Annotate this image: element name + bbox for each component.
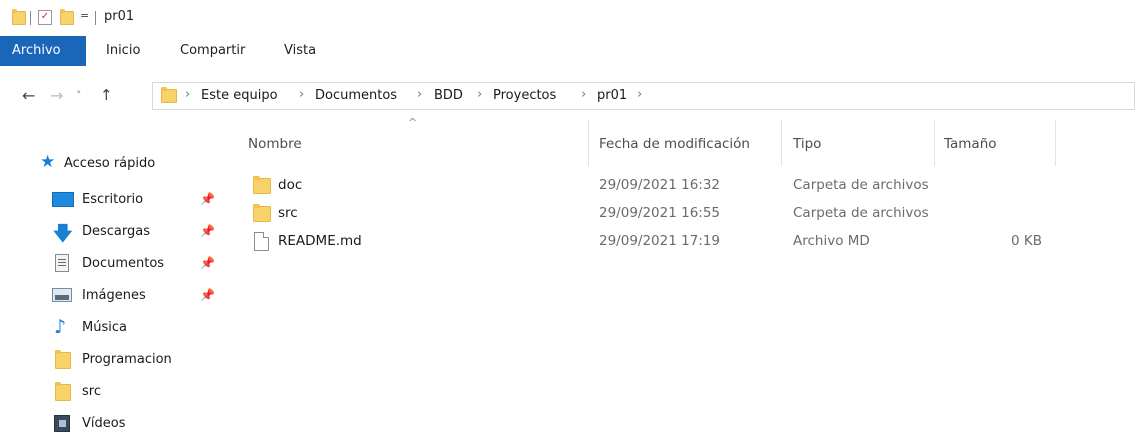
breadcrumb-separator[interactable]: › <box>581 87 586 102</box>
column-divider[interactable] <box>934 120 935 166</box>
column-header-tamano[interactable]: Tamaño <box>944 136 997 152</box>
sidebar-item-label: Acceso rápido <box>64 156 156 171</box>
column-headers: ^ Nombre Fecha de modificación Tipo Tama… <box>230 116 1135 170</box>
quick-access-dropdown[interactable]: = <box>80 9 89 22</box>
forward-button[interactable]: → <box>50 86 63 105</box>
pin-icon[interactable]: 📌 <box>200 256 215 270</box>
file-name: README.md <box>278 233 362 249</box>
folder-icon <box>161 87 177 103</box>
file-icon <box>254 232 269 251</box>
file-row-src[interactable]: src 29/09/2021 16:55 Carpeta de archivos <box>230 200 1135 228</box>
file-name: src <box>278 205 298 221</box>
navigation-pane: ★ Acceso rápido Escritorio 📌 🡇 Descargas… <box>0 118 230 444</box>
file-type: Carpeta de archivos <box>793 177 929 193</box>
title-bar: ✓ = pr01 <box>0 0 1135 34</box>
desktop-icon <box>52 192 74 207</box>
breadcrumb-separator[interactable]: › <box>299 87 304 102</box>
file-type: Archivo MD <box>793 233 870 249</box>
file-modified: 29/09/2021 17:19 <box>599 233 721 249</box>
toolbar-separator <box>30 11 31 25</box>
recent-locations-button[interactable]: ˅ <box>76 89 82 102</box>
ribbon-tabs: Archivo Inicio Compartir Vista <box>0 36 1135 66</box>
file-name: doc <box>278 177 303 193</box>
sidebar-item-documentos[interactable]: Documentos 📌 <box>0 248 230 280</box>
breadcrumb-separator[interactable]: › <box>637 87 642 102</box>
sidebar-item-src[interactable]: src <box>0 376 230 408</box>
sidebar-item-label: Imágenes <box>82 288 146 303</box>
pin-icon[interactable]: 📌 <box>200 288 215 302</box>
breadcrumb-bdd[interactable]: BDD <box>434 88 463 103</box>
column-header-tipo[interactable]: Tipo <box>793 136 821 152</box>
file-modified: 29/09/2021 16:55 <box>599 205 721 221</box>
sidebar-item-label: Música <box>82 320 127 335</box>
tab-compartir[interactable]: Compartir <box>172 36 253 66</box>
sidebar-item-imagenes[interactable]: Imágenes 📌 <box>0 280 230 312</box>
back-button[interactable]: ← <box>22 86 35 105</box>
navigation-bar: ← → ˅ ↑ › Este equipo › Documentos › BDD… <box>0 80 1135 112</box>
breadcrumb-separator[interactable]: › <box>185 87 190 102</box>
breadcrumb-documentos[interactable]: Documentos <box>315 88 397 103</box>
pin-icon[interactable]: 📌 <box>200 224 215 238</box>
pin-icon[interactable]: 📌 <box>200 192 215 206</box>
column-header-nombre[interactable]: Nombre <box>248 136 302 152</box>
sidebar-item-label: Descargas <box>82 224 151 239</box>
sidebar-item-label: Documentos <box>82 256 165 271</box>
breadcrumb-separator[interactable]: › <box>417 87 422 102</box>
document-icon <box>55 254 69 272</box>
window-title: pr01 <box>104 9 135 24</box>
column-header-fecha[interactable]: Fecha de modificación <box>599 136 750 152</box>
image-icon <box>52 288 72 302</box>
breadcrumb-este-equipo[interactable]: Este equipo <box>201 88 278 103</box>
sidebar-item-label: src <box>82 384 101 399</box>
breadcrumb-pr01[interactable]: pr01 <box>597 88 627 103</box>
address-bar[interactable]: › Este equipo › Documentos › BDD › Proye… <box>152 82 1135 110</box>
star-icon: ★ <box>40 152 56 172</box>
file-row-doc[interactable]: doc 29/09/2021 16:32 Carpeta de archivos <box>230 172 1135 200</box>
file-size: 0 KB <box>1011 233 1042 249</box>
folder-icon <box>12 9 26 25</box>
tab-vista[interactable]: Vista <box>276 36 324 66</box>
sidebar-item-escritorio[interactable]: Escritorio 📌 <box>0 184 230 216</box>
new-folder-icon[interactable] <box>60 9 74 25</box>
sidebar-item-programacion[interactable]: Programacion <box>0 344 230 376</box>
sidebar-item-videos[interactable]: Vídeos <box>0 408 230 440</box>
file-modified: 29/09/2021 16:32 <box>599 177 721 193</box>
folder-icon <box>253 176 271 194</box>
folder-icon <box>253 204 271 222</box>
breadcrumb-proyectos[interactable]: Proyectos <box>493 88 556 103</box>
up-button[interactable]: ↑ <box>100 86 113 104</box>
column-divider[interactable] <box>588 120 589 166</box>
music-icon: ♪ <box>54 316 67 338</box>
sidebar-item-label: Escritorio <box>82 192 144 207</box>
tab-archivo[interactable]: Archivo <box>0 36 86 66</box>
folder-icon <box>55 350 71 369</box>
sidebar-item-label: Programacion <box>82 352 172 367</box>
sidebar-item-descargas[interactable]: 🡇 Descargas 📌 <box>0 216 230 248</box>
sidebar-item-acceso-rapido[interactable]: ★ Acceso rápido <box>0 148 230 180</box>
video-icon <box>54 415 70 432</box>
folder-icon <box>55 382 71 401</box>
sidebar-item-label: Vídeos <box>82 416 126 431</box>
tab-inicio[interactable]: Inicio <box>98 36 148 66</box>
breadcrumb-separator[interactable]: › <box>477 87 482 102</box>
sort-ascending-icon: ^ <box>408 116 418 129</box>
column-divider[interactable] <box>781 120 782 166</box>
file-type: Carpeta de archivos <box>793 205 929 221</box>
file-row-readme[interactable]: README.md 29/09/2021 17:19 Archivo MD 0 … <box>230 228 1135 256</box>
sidebar-item-musica[interactable]: ♪ Música <box>0 312 230 344</box>
column-divider[interactable] <box>1055 120 1056 166</box>
properties-icon[interactable]: ✓ <box>38 10 52 25</box>
toolbar-separator <box>95 11 96 25</box>
